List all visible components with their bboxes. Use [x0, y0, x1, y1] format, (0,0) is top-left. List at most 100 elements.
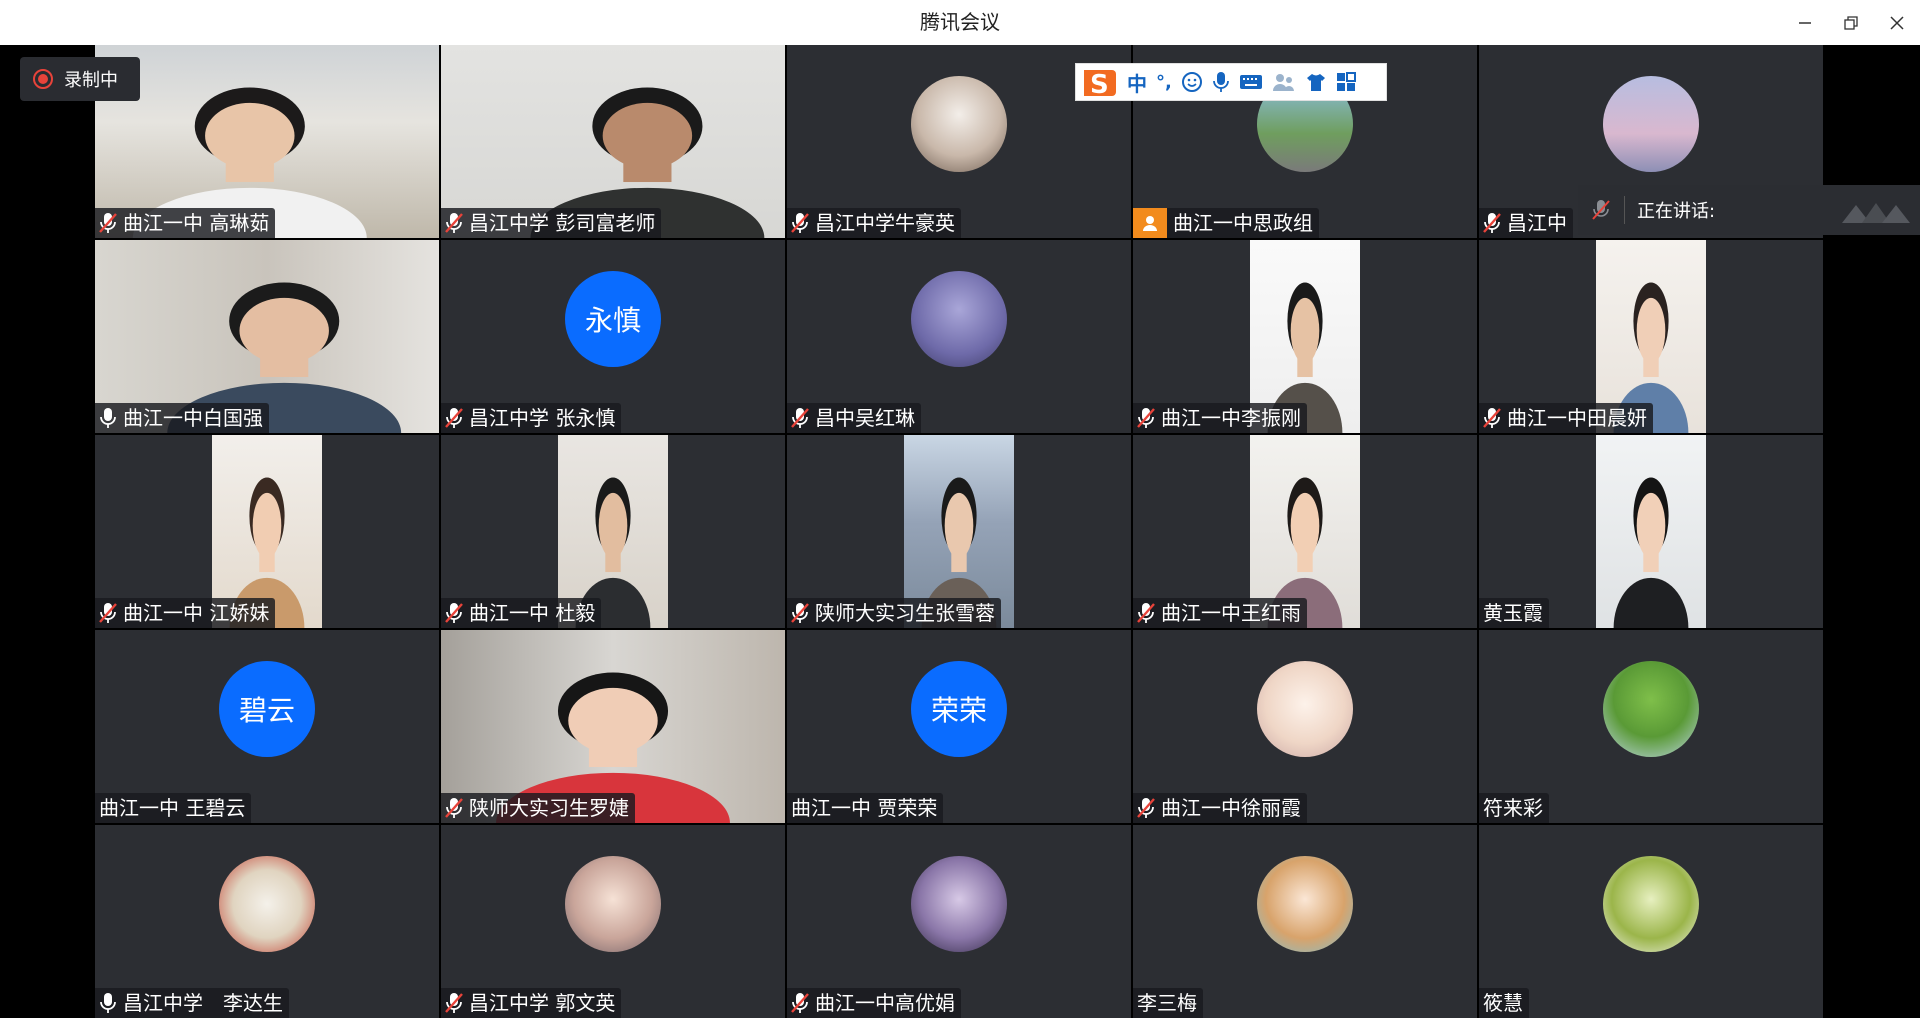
participant-tile[interactable]: 李三梅 [1133, 825, 1477, 1018]
mic-muted-icon [791, 213, 809, 233]
mic-muted-icon [1483, 408, 1501, 428]
participant-name: 昌江中学牛豪英 [815, 211, 955, 235]
participant-tile[interactable]: 曲江一中王红雨 [1133, 435, 1477, 628]
avatar [1603, 856, 1699, 952]
participant-nameplate: 曲江一中白国强 [95, 403, 269, 433]
mic-on-icon [100, 408, 116, 428]
user-center-icon[interactable] [1272, 72, 1296, 92]
signal-icon [1842, 203, 1910, 223]
mic-muted-icon [445, 408, 463, 428]
participant-name: 黄玉霞 [1483, 601, 1543, 625]
avatar: 碧云 [219, 661, 315, 757]
participant-name: 昌江中学 彭司富老师 [469, 211, 656, 235]
participant-name: 曲江一中 江娇妹 [123, 601, 270, 625]
mic-muted-icon [1137, 798, 1155, 818]
participant-nameplate: 黄玉霞 [1479, 598, 1549, 628]
mic-muted-icon [791, 993, 809, 1013]
mic-muted-icon [1483, 213, 1501, 233]
participant-nameplate: 昌江中学 郭文英 [441, 988, 622, 1018]
participant-tile[interactable]: 符来彩 [1479, 630, 1823, 823]
participant-name: 筱慧 [1483, 991, 1523, 1015]
participant-name: 曲江一中思政组 [1173, 211, 1313, 235]
recording-indicator[interactable]: 录制中 [20, 57, 140, 101]
participant-nameplate: 曲江一中田晨妍 [1479, 403, 1653, 433]
mic-muted-icon [445, 603, 463, 623]
participant-name: 曲江一中徐丽霞 [1161, 796, 1301, 820]
participant-nameplate: 曲江一中 高琳茹 [95, 208, 276, 238]
skin-icon[interactable] [1305, 72, 1327, 92]
participant-tile[interactable]: 陕师大实习生罗婕 [441, 630, 785, 823]
emoji-icon[interactable] [1181, 71, 1203, 93]
avatar [565, 856, 661, 952]
participant-tile[interactable]: 曲江一中高优娟 [787, 825, 1131, 1018]
minimize-button[interactable] [1782, 0, 1828, 45]
participant-nameplate: 陕师大实习生张雪蓉 [787, 598, 1001, 628]
participant-nameplate: 曲江一中 王碧云 [95, 793, 252, 823]
toolbox-icon[interactable] [1336, 72, 1356, 92]
ime-mode-toggle[interactable]: 中 [1127, 68, 1147, 97]
video-grid: 曲江一中 高琳茹 昌江中学 彭司富老师 昌江中学牛豪英 曲江一中思政组 昌江中 曲江一… [95, 45, 1824, 1018]
participant-video [1596, 435, 1706, 628]
mic-muted-icon [99, 213, 117, 233]
participant-name: 曲江一中田晨妍 [1507, 406, 1647, 430]
avatar-text: 荣荣 [930, 694, 987, 727]
participant-nameplate: 筱慧 [1479, 988, 1529, 1018]
participant-tile[interactable]: 昌江中学 彭司富老师 [441, 45, 785, 238]
participant-tile[interactable]: 荣荣 曲江一中 贾荣荣 [787, 630, 1131, 823]
participant-name: 昌中吴红琳 [815, 406, 915, 430]
participant-tile[interactable]: 昌江中学 李达生 [95, 825, 439, 1018]
minimize-icon [1799, 21, 1811, 24]
avatar [1257, 661, 1353, 757]
participant-tile[interactable]: 昌江中学 郭文英 [441, 825, 785, 1018]
participant-name: 曲江一中高优娟 [815, 991, 955, 1015]
participant-tile[interactable]: 曲江一中 江娇妹 [95, 435, 439, 628]
svg-text:S: S [1090, 70, 1109, 100]
mic-muted-icon [445, 993, 463, 1013]
mic-muted-icon [445, 798, 463, 818]
participant-tile[interactable]: 曲江一中田晨妍 [1479, 240, 1823, 433]
close-button[interactable] [1874, 0, 1920, 45]
participant-nameplate: 曲江一中 杜毅 [441, 598, 602, 628]
participant-tile[interactable]: 筱慧 [1479, 825, 1823, 1018]
participant-name: 陕师大实习生张雪蓉 [815, 601, 995, 625]
voice-input-icon[interactable] [1212, 70, 1230, 94]
restore-button[interactable] [1828, 0, 1874, 45]
participant-tile[interactable]: 永慎昌江中学 张永慎 [441, 240, 785, 433]
mic-muted-icon [99, 603, 117, 623]
keyboard-icon[interactable] [1239, 73, 1263, 91]
participant-nameplate: 昌江中学 张永慎 [441, 403, 622, 433]
participant-nameplate: 昌江中学 李达生 [95, 988, 289, 1018]
avatar [1603, 661, 1699, 757]
participant-nameplate: 曲江一中徐丽霞 [1133, 793, 1307, 823]
mic-muted-icon [1137, 408, 1155, 428]
participant-nameplate: 李三梅 [1133, 988, 1203, 1018]
restore-icon [1844, 15, 1858, 30]
participant-nameplate: 曲江一中李振刚 [1133, 403, 1307, 433]
participant-nameplate: 昌江中 [1479, 208, 1573, 238]
participant-nameplate: 曲江一中高优娟 [787, 988, 961, 1018]
mic-muted-icon [445, 213, 463, 233]
participant-tile[interactable]: 曲江一中 杜毅 [441, 435, 785, 628]
speaking-label: 正在讲话: [1637, 201, 1716, 222]
avatar [911, 76, 1007, 172]
mic-muted-icon [791, 603, 809, 623]
avatar: 永慎 [565, 271, 661, 367]
participant-nameplate: 曲江一中王红雨 [1133, 598, 1307, 628]
participant-nameplate: 陕师大实习生罗婕 [441, 793, 635, 823]
participant-name: 昌江中学 郭文英 [469, 991, 616, 1015]
participant-tile[interactable]: 碧云曲江一中 王碧云 [95, 630, 439, 823]
ime-punct-toggle[interactable]: °, [1156, 72, 1172, 93]
participant-tile[interactable]: 曲江一中 高琳茹 [95, 45, 439, 238]
participant-tile[interactable]: 曲江一中徐丽霞 [1133, 630, 1477, 823]
person-icon [1133, 208, 1167, 238]
participant-tile[interactable]: 黄玉霞 [1479, 435, 1823, 628]
participant-tile[interactable]: 曲江一中白国强 [95, 240, 439, 433]
ime-toolbar[interactable]: S 中 °, [1075, 63, 1387, 101]
participant-name: 曲江一中 杜毅 [469, 601, 596, 625]
window-controls [1782, 0, 1920, 45]
record-icon [33, 69, 53, 89]
participant-tile[interactable]: 曲江一中李振刚 [1133, 240, 1477, 433]
participant-name: 曲江一中 王碧云 [99, 796, 246, 820]
participant-tile[interactable]: 陕师大实习生张雪蓉 [787, 435, 1131, 628]
participant-tile[interactable]: 昌中吴红琳 [787, 240, 1131, 433]
